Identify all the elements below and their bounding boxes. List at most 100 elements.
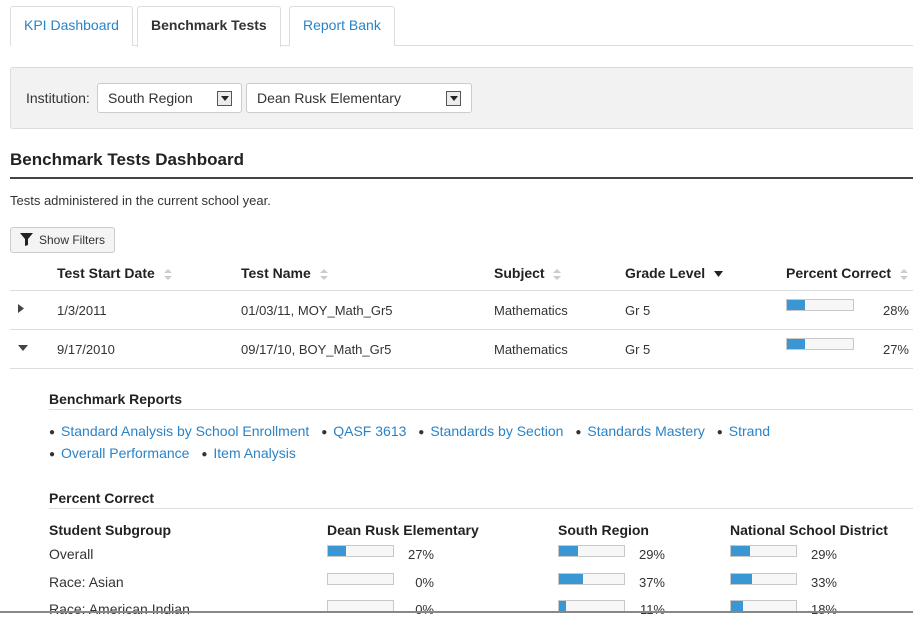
subgroup-value: 33% <box>810 575 837 590</box>
percent-bar <box>786 299 854 311</box>
percent-bar-fill <box>787 339 805 349</box>
subgroup-name: Race: American Indian <box>49 601 190 617</box>
caret-down-icon[interactable] <box>18 345 28 351</box>
percent-correct-title: Percent Correct <box>49 490 155 506</box>
group-header-school: Dean Rusk Elementary <box>327 522 479 538</box>
benchmark-reports-title: Benchmark Reports <box>49 391 183 407</box>
row-grade: Gr 5 <box>625 342 651 357</box>
caret-right-icon[interactable] <box>18 304 24 313</box>
subgroup-value: 29% <box>638 547 665 562</box>
section-divider <box>49 409 913 410</box>
subgroup-bar-fill <box>328 546 346 556</box>
report-link-overall-performance[interactable]: Overall Performance <box>61 445 189 461</box>
page-subtitle: Tests administered in the current school… <box>10 193 271 208</box>
sort-icon <box>163 268 172 280</box>
subgroup-value: 29% <box>810 547 837 562</box>
subgroup-bar-fill <box>559 546 578 556</box>
row-date: 9/17/2010 <box>57 342 115 357</box>
subgroup-bar-fill <box>559 574 584 584</box>
subgroup-value: 0% <box>415 602 434 617</box>
report-link-item: ● Overall Performance <box>49 445 190 461</box>
subgroup-bar-fill <box>731 574 753 584</box>
subgroup-name: Race: Asian <box>49 574 124 590</box>
report-link-item: ● Standards Mastery <box>575 423 705 439</box>
institution-label: Institution: <box>26 90 90 106</box>
report-link-item: ● QASF 3613 <box>321 423 407 439</box>
subgroup-bar <box>558 573 625 585</box>
subgroup-bar <box>558 545 625 557</box>
subgroup-value: 11% <box>639 602 665 617</box>
tab-bar: KPI Dashboard Benchmark Tests Report Ban… <box>10 6 913 47</box>
row-subject: Mathematics <box>494 342 568 357</box>
report-link-standards-mastery[interactable]: Standards Mastery <box>587 423 705 439</box>
page-title: Benchmark Tests Dashboard <box>10 150 244 169</box>
column-header-test-name[interactable]: Test Name <box>241 265 328 281</box>
tab-benchmark-tests[interactable]: Benchmark Tests <box>137 6 281 47</box>
column-header-label: Subject <box>494 265 545 281</box>
subgroup-value: 0% <box>415 575 434 590</box>
institution-filter-bar: Institution: South Region Dean Rusk Elem… <box>10 67 913 129</box>
subgroup-bar <box>327 545 394 557</box>
filter-icon <box>20 233 33 246</box>
report-link-qasf[interactable]: QASF 3613 <box>333 423 406 439</box>
sort-icon <box>553 268 562 280</box>
chevron-down-icon[interactable] <box>446 91 461 106</box>
subgroup-bar-fill <box>731 546 750 556</box>
header-divider <box>10 290 913 291</box>
school-select[interactable]: Dean Rusk Elementary <box>246 83 472 113</box>
report-link-item: ● Strand <box>716 423 771 439</box>
group-header-district: National School District <box>730 522 888 538</box>
show-filters-label: Show Filters <box>39 233 106 247</box>
column-header-grade-level[interactable]: Grade Level <box>625 265 724 281</box>
report-link-standard-analysis[interactable]: Standard Analysis by School Enrollment <box>61 423 309 439</box>
report-link-item: ● Item Analysis <box>201 445 296 461</box>
sort-icon <box>319 268 328 280</box>
sort-desc-icon <box>714 271 724 278</box>
subgroup-value: 27% <box>407 547 434 562</box>
row-subject: Mathematics <box>494 303 568 318</box>
subgroup-bar <box>730 573 797 585</box>
subgroup-bar-fill <box>559 601 567 611</box>
percent-bar-fill <box>787 300 806 310</box>
column-header-label: Test Name <box>241 265 311 281</box>
report-link-standards-by-section[interactable]: Standards by Section <box>430 423 563 439</box>
row-date: 1/3/2011 <box>57 303 107 318</box>
percent-bar <box>786 338 854 350</box>
row-percent: 27% <box>882 342 909 357</box>
subgroup-name: Overall <box>49 546 94 562</box>
show-filters-button[interactable]: Show Filters <box>10 227 116 253</box>
subgroup-header: Student Subgroup <box>49 522 172 538</box>
column-header-percent-correct[interactable]: Percent Correct <box>786 265 908 281</box>
row-test-name: 01/03/11, MOY_Math_Gr5 <box>241 303 393 318</box>
region-select[interactable]: South Region <box>97 83 242 113</box>
report-link-item-analysis[interactable]: Item Analysis <box>213 445 295 461</box>
subgroup-bar <box>730 545 797 557</box>
report-link-item: ● Standard Analysis by School Enrollment <box>49 423 310 439</box>
group-header-region: South Region <box>558 522 649 538</box>
section-divider <box>49 508 913 509</box>
tab-report-bank[interactable]: Report Bank <box>289 6 395 46</box>
column-header-label: Grade Level <box>625 265 706 281</box>
row-divider <box>10 329 913 330</box>
subgroup-bar <box>327 573 394 585</box>
column-header-label: Test Start Date <box>57 265 155 281</box>
row-divider <box>10 368 913 369</box>
subgroup-value: 37% <box>638 575 665 590</box>
row-percent: 28% <box>882 303 909 318</box>
column-header-test-start-date[interactable]: Test Start Date <box>57 265 172 281</box>
report-link-item: ● Standards by Section <box>418 423 564 439</box>
subgroup-bar-fill <box>731 601 743 611</box>
column-header-label: Percent Correct <box>786 265 892 281</box>
row-test-name: 09/17/10, BOY_Math_Gr5 <box>241 342 392 357</box>
sort-icon <box>899 268 908 280</box>
row-grade: Gr 5 <box>625 303 651 318</box>
column-header-subject[interactable]: Subject <box>494 265 562 281</box>
subgroup-value: 18% <box>810 602 837 617</box>
tab-kpi-dashboard[interactable]: KPI Dashboard <box>10 6 133 46</box>
report-links: ● Standard Analysis by School Enrollment … <box>49 421 909 465</box>
title-divider <box>10 177 913 179</box>
region-select-value: South Region <box>108 90 193 106</box>
chevron-down-icon[interactable] <box>217 91 232 106</box>
school-select-value: Dean Rusk Elementary <box>257 90 401 106</box>
report-link-strand[interactable]: Strand <box>729 423 770 439</box>
